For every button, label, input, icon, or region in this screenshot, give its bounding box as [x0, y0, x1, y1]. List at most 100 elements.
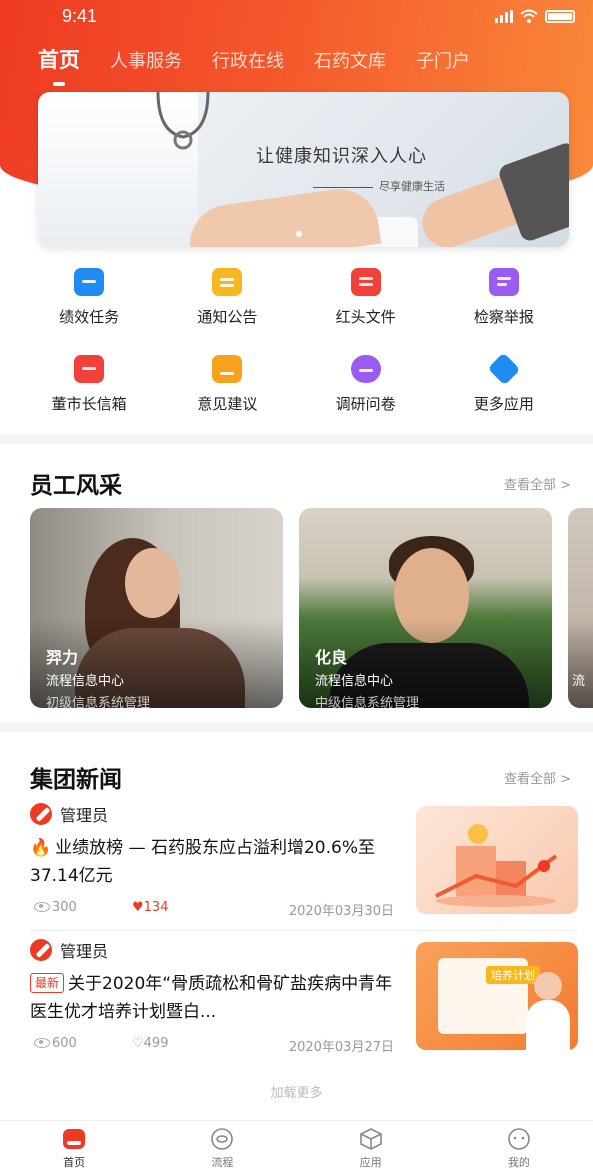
profile-icon: [508, 1128, 530, 1150]
app-survey[interactable]: 调研问卷: [297, 355, 435, 414]
news-date: 2020年03月27日: [288, 1040, 394, 1055]
app-mailbox[interactable]: 董市长信箱: [20, 355, 158, 414]
notice-icon: [212, 268, 243, 296]
news-see-all-link[interactable]: 查看全部 >: [504, 768, 571, 787]
survey-icon: [350, 355, 381, 383]
news-new-badge: 最新: [30, 973, 65, 993]
signal-icon: [495, 9, 513, 23]
load-more-button[interactable]: 加载更多: [0, 1082, 593, 1101]
app-performance-task[interactable]: 绩效任务: [20, 268, 158, 327]
nav-apps[interactable]: 应用: [297, 1121, 445, 1171]
nav-label: 首页: [63, 1156, 86, 1169]
banner-title: 让健康知识深入人心: [256, 146, 427, 167]
app-grid: 绩效任务 通知公告 红头文件 检察举报 董市长信箱 意见建议 调研问卷 更多应用: [0, 268, 593, 414]
section-divider: [0, 722, 593, 732]
app-label: 检察举报: [473, 308, 534, 326]
staff-card[interactable]: 流: [568, 508, 593, 708]
tab-home[interactable]: 首页: [38, 44, 80, 86]
nav-label: 应用: [359, 1156, 382, 1169]
home-icon: [63, 1129, 86, 1149]
status-bar: 9:41: [0, 0, 593, 36]
staff-department: 流: [572, 674, 586, 689]
news-likes-count: 499: [143, 1036, 169, 1051]
growth-illustration-icon: [435, 824, 558, 907]
app-label: 红头文件: [335, 308, 396, 326]
news-author-name: 管理员: [60, 806, 109, 825]
staff-card[interactable]: 羿力 流程信息中心 初级信息系统管理: [30, 508, 283, 708]
news-views: 300: [34, 900, 77, 915]
bottom-nav: 首页 流程 应用 我的: [0, 1120, 593, 1171]
apps-icon: [359, 1128, 382, 1150]
mailbox-icon: [74, 355, 105, 383]
news-item[interactable]: 管理员 🔥 业绩放榜 — 石药股东应占溢利增20.6%至37.14亿元 300 ♥…: [30, 802, 578, 922]
battery-icon: [545, 9, 575, 23]
news-date: 2020年03月30日: [288, 904, 394, 919]
nav-home[interactable]: 首页: [0, 1121, 148, 1171]
tab-label: 子门户: [416, 51, 470, 72]
staff-department: 流程信息中心: [315, 674, 394, 689]
staff-role: 中级信息系统管理: [315, 696, 420, 708]
tab-sub-portal[interactable]: 子门户: [416, 47, 470, 73]
staff-see-all-link[interactable]: 查看全部 >: [504, 474, 571, 493]
status-icons: [495, 9, 575, 23]
top-tabs: 首页 人事服务 行政在线 石药文库 子门户: [38, 44, 500, 86]
doctor-head: [534, 972, 562, 1000]
news-thumbnail: [416, 806, 578, 914]
banner-image-cuff: [496, 140, 569, 244]
news-thumbnail: 培养计划: [416, 942, 578, 1050]
news-title-text: 关于2020年“骨质疏松和骨矿盐疾病中青年医生优才培养计划暨白...: [30, 974, 393, 1022]
tab-label: 首页: [38, 48, 80, 72]
banner[interactable]: 让健康知识深入人心 尽享健康生活: [38, 92, 569, 247]
news-author: 管理员: [30, 938, 108, 962]
staff-department: 流程信息中心: [46, 674, 125, 689]
section-divider: [0, 434, 593, 444]
app-red-document[interactable]: 红头文件: [297, 268, 435, 327]
staff-photo-face: [125, 548, 180, 618]
tab-admin-online[interactable]: 行政在线: [212, 47, 284, 73]
more-apps-icon: [487, 352, 521, 386]
tab-hr-services[interactable]: 人事服务: [110, 47, 182, 73]
news-views-count: 300: [52, 900, 77, 915]
eye-icon: [34, 902, 50, 912]
app-label: 通知公告: [197, 308, 258, 326]
banner-page-dot: [296, 231, 302, 237]
staff-carousel[interactable]: 羿力 流程信息中心 初级信息系统管理 化良 流程信息中心 中级信息系统管理 流: [30, 508, 593, 708]
news-title-text: 业绩放榜 — 石药股东应占溢利增20.6%至37.14亿元: [30, 838, 375, 886]
fire-icon: 🔥: [30, 838, 52, 858]
app-label: 更多应用: [473, 395, 534, 413]
status-time: 9:41: [62, 6, 98, 26]
staff-name: 羿力: [46, 648, 79, 667]
app-label: 调研问卷: [335, 395, 396, 413]
heart-filled-icon: ♥: [132, 900, 144, 915]
app-notice[interactable]: 通知公告: [158, 268, 296, 327]
company-logo-icon: [30, 803, 52, 825]
doctor-body: [526, 1000, 570, 1050]
app-more[interactable]: 更多应用: [435, 352, 573, 414]
news-item[interactable]: 管理员 最新 关于2020年“骨质疏松和骨矿盐疾病中青年医生优才培养计划暨白...…: [30, 938, 578, 1058]
staff-section-title: 员工风采: [28, 466, 122, 500]
nav-profile[interactable]: 我的: [445, 1121, 593, 1171]
news-likes-count: 134: [143, 900, 169, 915]
staff-card[interactable]: 化良 流程信息中心 中级信息系统管理: [299, 508, 552, 708]
heart-outline-icon: ♡: [132, 1036, 144, 1051]
app-label: 意见建议: [197, 395, 258, 413]
news-likes[interactable]: ♡499: [132, 1036, 168, 1051]
stethoscope-icon: [156, 92, 210, 150]
news-likes[interactable]: ♥134: [132, 900, 168, 915]
tab-label: 人事服务: [110, 51, 182, 72]
process-icon: [211, 1128, 234, 1150]
nav-process[interactable]: 流程: [148, 1121, 296, 1171]
tab-label: 行政在线: [212, 51, 284, 72]
tab-library[interactable]: 石药文库: [314, 47, 386, 73]
app-label: 董市长信箱: [51, 395, 127, 413]
tab-label: 石药文库: [314, 51, 386, 72]
app-label: 绩效任务: [59, 308, 120, 326]
eye-icon: [34, 1038, 50, 1048]
staff-name: 化良: [315, 648, 348, 667]
performance-task-icon: [74, 268, 105, 296]
wifi-icon: [520, 9, 538, 23]
app-suggestion[interactable]: 意见建议: [158, 355, 296, 414]
thumb-label: 培养计划: [486, 966, 540, 984]
app-report[interactable]: 检察举报: [435, 268, 573, 327]
company-logo-icon: [30, 939, 52, 961]
